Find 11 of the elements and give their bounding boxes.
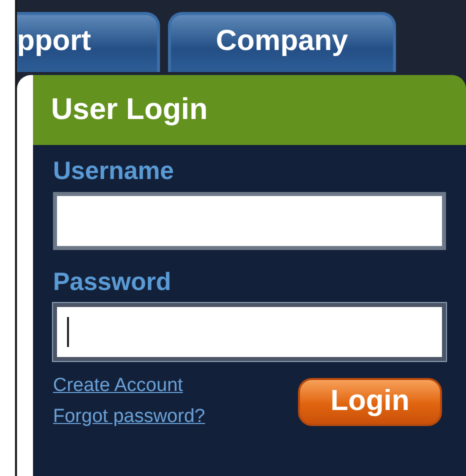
field-label: Password (53, 268, 172, 297)
input-field[interactable] (53, 303, 446, 361)
nav-tab[interactable]: pport (17, 12, 160, 72)
text-cursor (67, 317, 69, 347)
text-link[interactable]: Create Account (53, 375, 206, 397)
input-field[interactable] (53, 192, 446, 250)
login-title: User Login (51, 93, 208, 127)
login-button[interactable]: Login (298, 378, 442, 426)
field-label: Username (53, 157, 175, 186)
nav-tab[interactable]: Company (168, 12, 396, 72)
text-link[interactable]: Forgot password? (53, 406, 206, 428)
